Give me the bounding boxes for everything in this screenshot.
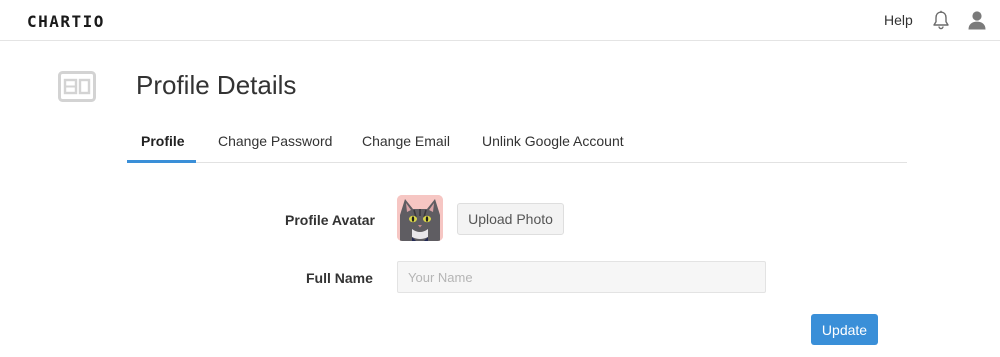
user-icon[interactable] [967,10,987,30]
tab-profile[interactable]: Profile [141,133,185,149]
full-name-label: Full Name [306,270,373,286]
page-title: Profile Details [136,70,297,100]
avatar [397,195,443,241]
bell-icon[interactable] [931,10,951,30]
tab-change-password[interactable]: Change Password [218,133,332,149]
help-link[interactable]: Help [884,12,913,28]
upload-photo-button[interactable]: Upload Photo [457,203,564,235]
update-button[interactable]: Update [811,314,878,345]
chartio-logo[interactable]: CHARTIO [27,12,105,31]
full-name-input[interactable] [397,261,766,293]
tab-unlink-google-account[interactable]: Unlink Google Account [482,133,624,149]
profile-avatar-label: Profile Avatar [285,212,375,228]
top-navbar: CHARTIO Help [0,0,1000,41]
profile-tabs: Profile Change Password Change Email Unl… [127,125,907,163]
tab-change-email[interactable]: Change Email [362,133,450,149]
cat-avatar-image [397,195,443,241]
active-tab-indicator [127,160,196,163]
id-card-icon [58,71,96,102]
